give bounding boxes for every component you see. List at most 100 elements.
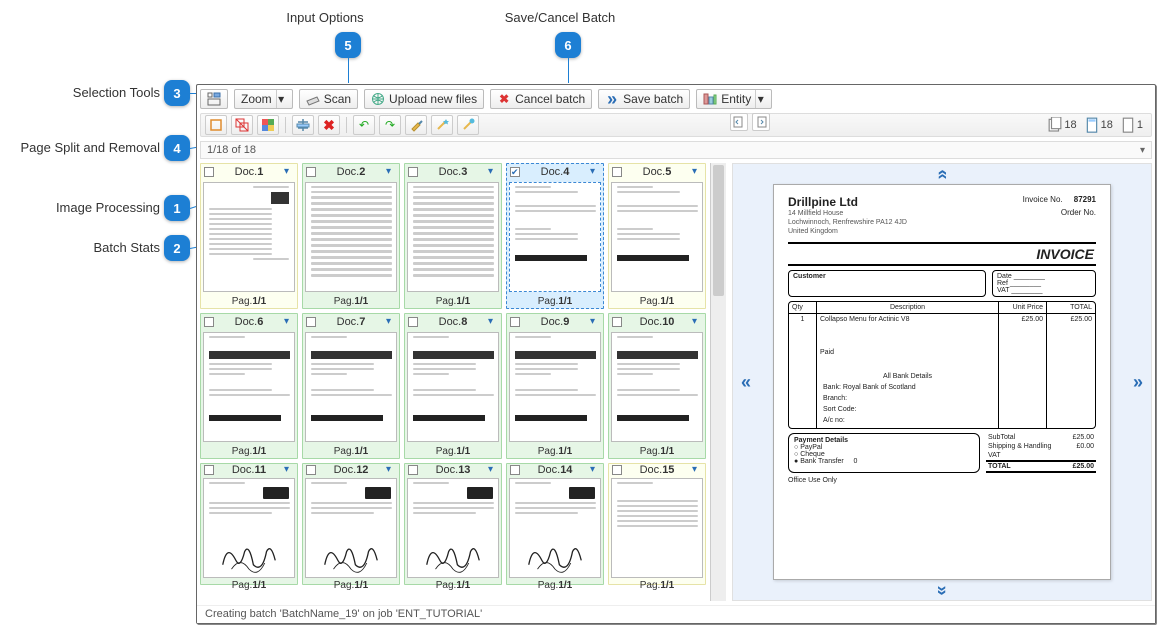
bank3: Sort Code: [820,404,995,415]
select-all-button[interactable] [257,115,279,135]
invoice-title: INVOICE [788,242,1096,266]
doc-checkbox[interactable] [510,167,520,177]
doc-thumbnail[interactable] [305,332,397,442]
position-dropdown[interactable]: 1/18 of 18 ▾ [200,141,1152,159]
doc-menu-button[interactable]: ▾ [692,167,702,177]
doc-page-indicator: Pag.1/1 [507,580,603,591]
doc-thumbnail[interactable] [611,478,703,578]
callout-label-selection-tools: Selection Tools [60,85,160,100]
sum-ship-l: Shipping & Handling [988,443,1051,450]
doc-checkbox[interactable] [306,167,316,177]
preview-nav-right[interactable]: » [1125,164,1151,600]
doc-card-6[interactable]: Doc.6▾Pag.1/1 [200,313,298,459]
selection-mode-button[interactable] [200,89,228,109]
doc-thumbnail[interactable] [509,332,601,442]
doc-thumbnail[interactable] [509,182,601,292]
doc-menu-button[interactable]: ▾ [386,317,396,327]
preview-nav-up[interactable]: » [733,164,1151,184]
globe-icon [371,92,385,106]
invoice-vat-label: VAT [997,287,1009,294]
doc-thumbnail[interactable] [305,182,397,292]
doc-checkbox[interactable] [408,317,418,327]
doc-checkbox[interactable] [204,167,214,177]
doc-page-indicator: Pag.1/1 [507,444,603,458]
doc-checkbox[interactable] [204,465,214,475]
doc-page-indicator: Pag.1/1 [405,294,501,308]
rotate-left-button[interactable]: ↶ [353,115,375,135]
doc-menu-button[interactable]: ▾ [692,317,702,327]
doc-card-15[interactable]: Doc.15▾Pag.1/1 [608,463,706,585]
doc-checkbox[interactable] [408,465,418,475]
clean-button[interactable] [405,115,427,135]
scan-button[interactable]: Scan [299,89,358,109]
row1-tot: £25.00 [1047,314,1095,325]
doc-card-7[interactable]: Doc.7▾Pag.1/1 [302,313,400,459]
select-page-button[interactable] [205,115,227,135]
preview-page-next-button[interactable] [752,113,770,131]
doc-thumbnail[interactable] [203,332,295,442]
doc-menu-button[interactable]: ▾ [284,317,294,327]
doc-card-1[interactable]: Doc.1▾Pag.1/1 [200,163,298,309]
rotate-right-button[interactable]: ↷ [379,115,401,135]
doc-menu-button[interactable]: ▾ [386,167,396,177]
doc-checkbox[interactable] [510,317,520,327]
doc-menu-button[interactable]: ▾ [590,317,600,327]
doc-thumbnail[interactable] [305,478,397,578]
cancel-batch-button[interactable]: ✖ Cancel batch [490,89,592,109]
preview-page-prev-button[interactable] [730,113,748,131]
doc-menu-button[interactable]: ▾ [386,465,396,475]
doc-menu-button[interactable]: ▾ [488,317,498,327]
doc-card-9[interactable]: Doc.9▾Pag.1/1 [506,313,604,459]
save-batch-button[interactable]: » Save batch [598,89,690,109]
doc-menu-button[interactable]: ▾ [284,465,294,475]
doc-card-4[interactable]: Doc.4▾Pag.1/1 [506,163,604,309]
doc-menu-button[interactable]: ▾ [488,465,498,475]
doc-checkbox[interactable] [510,465,520,475]
zoom-button[interactable]: Zoom ▾ [234,89,293,109]
doc-card-14[interactable]: Doc.14▾Pag.1/1 [506,463,604,585]
doc-menu-button[interactable]: ▾ [284,167,294,177]
doc-checkbox[interactable] [306,317,316,327]
callout-num-3: 3 [164,80,190,106]
doc-checkbox[interactable] [408,167,418,177]
doc-card-8[interactable]: Doc.8▾Pag.1/1 [404,313,502,459]
delete-page-button[interactable]: ✖ [318,115,340,135]
doc-checkbox[interactable] [306,465,316,475]
doc-name: Doc.1 [217,166,281,178]
doc-checkbox[interactable] [612,167,622,177]
doc-thumbnail[interactable] [407,332,499,442]
doc-card-10[interactable]: Doc.10▾Pag.1/1 [608,313,706,459]
doc-card-3[interactable]: Doc.3▾ Pag.1/1 [404,163,502,309]
doc-thumbnail[interactable] [407,478,499,578]
doc-thumbnail[interactable] [203,478,295,578]
enhance-button[interactable] [431,115,453,135]
doc-card-11[interactable]: Doc.11▾Pag.1/1 [200,463,298,585]
doc-menu-button[interactable]: ▾ [692,465,702,475]
doc-menu-button[interactable]: ▾ [488,167,498,177]
doc-card-13[interactable]: Doc.13▾Pag.1/1 [404,463,502,585]
preview-nav-down[interactable]: » [733,580,1151,600]
double-chevron-up-icon: » [931,169,952,179]
preview-nav-left[interactable]: » [733,164,759,600]
select-doc-button[interactable] [231,115,253,135]
doc-card-2[interactable]: Doc.2▾Pag.1/1 [302,163,400,309]
doc-name: Doc.3 [421,166,485,178]
doc-thumbnail[interactable] [611,182,703,292]
doc-card-5[interactable]: Doc.5▾Pag.1/1 [608,163,706,309]
doc-menu-button[interactable]: ▾ [590,465,600,475]
doc-thumbnail[interactable] [203,182,295,292]
split-page-button[interactable] [292,115,314,135]
doc-thumbnail[interactable] [407,182,499,292]
doc-checkbox[interactable] [612,317,622,327]
upload-button[interactable]: Upload new files [364,89,484,109]
doc-card-header: Doc.3▾ [405,164,501,180]
doc-menu-button[interactable]: ▾ [590,167,600,177]
entity-button[interactable]: Entity ▾ [696,89,772,109]
doc-checkbox[interactable] [612,465,622,475]
doc-card-12[interactable]: Doc.12▾Pag.1/1 [302,463,400,585]
doc-thumbnail[interactable] [611,332,703,442]
grid-scrollbar[interactable] [710,163,726,601]
filter-blue-button[interactable] [457,115,479,135]
doc-thumbnail[interactable] [509,478,601,578]
doc-checkbox[interactable] [204,317,214,327]
